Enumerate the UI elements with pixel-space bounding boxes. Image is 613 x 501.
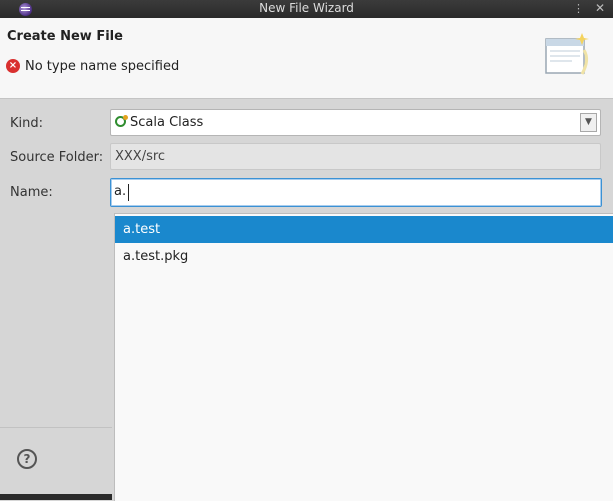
name-input[interactable]: a. <box>110 178 602 207</box>
window-title: New File Wizard <box>259 1 354 15</box>
source-folder-field: XXX/src <box>110 143 601 170</box>
window-menu-icon[interactable]: ⋮ <box>573 2 584 15</box>
text-caret <box>128 184 129 201</box>
name-value: a. <box>114 184 127 199</box>
autocomplete-item[interactable]: a.test.pkg <box>115 243 613 270</box>
wizard-heading: Create New File <box>7 29 123 44</box>
help-icon[interactable]: ? <box>17 449 37 469</box>
kind-select[interactable]: Scala Class ▼ <box>110 109 601 136</box>
autocomplete-popup[interactable]: a.test a.test.pkg <box>114 213 613 501</box>
error-icon: × <box>6 59 20 73</box>
kind-value: Scala Class <box>130 115 204 130</box>
window-close-button[interactable]: ✕ <box>595 1 605 15</box>
dropdown-arrow-icon[interactable]: ▼ <box>580 113 597 132</box>
name-label: Name: <box>10 185 53 200</box>
source-folder-label: Source Folder: <box>10 150 104 165</box>
error-message: No type name specified <box>25 59 180 74</box>
window-titlebar: New File Wizard ⋮ ✕ <box>0 0 613 18</box>
new-file-wizard-banner-icon <box>545 33 589 75</box>
kind-label: Kind: <box>10 116 44 131</box>
autocomplete-item[interactable]: a.test <box>115 216 613 243</box>
source-folder-value: XXX/src <box>115 149 166 164</box>
footer-divider <box>0 427 112 428</box>
window-bottom-edge <box>0 494 112 500</box>
scala-class-icon <box>115 115 128 127</box>
wizard-header: Create New File × No type name specified <box>0 18 613 99</box>
